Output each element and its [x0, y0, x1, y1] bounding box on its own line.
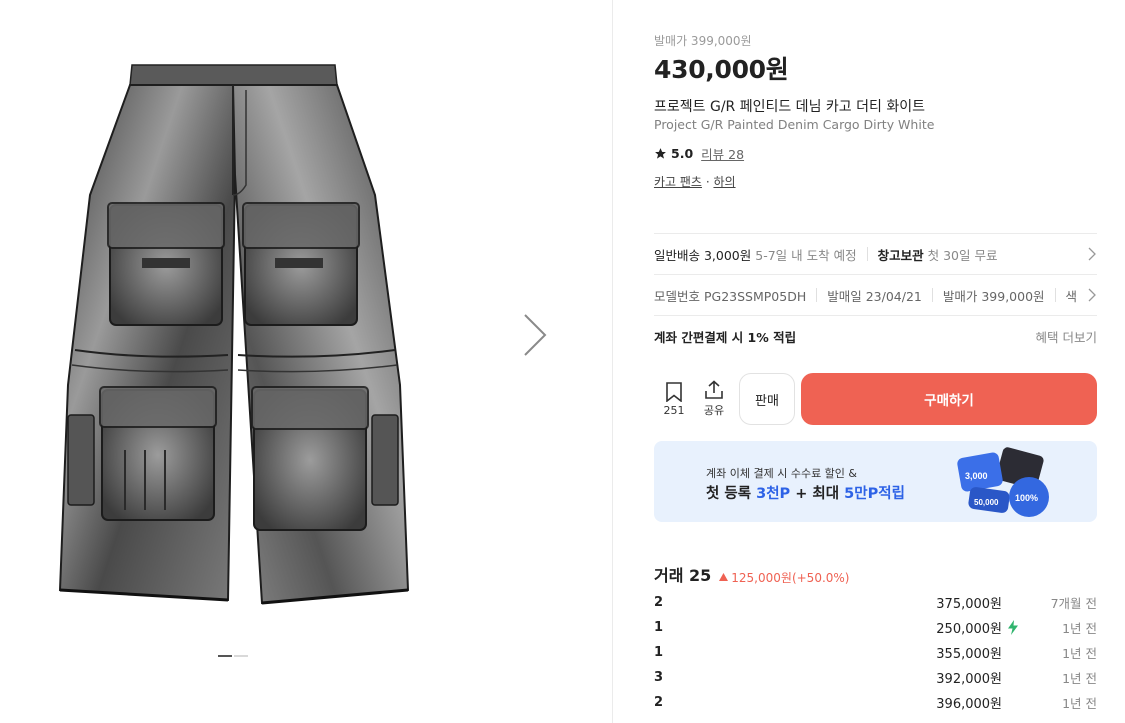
trade-row: 3 392,000원 1년 전 — [654, 665, 1097, 690]
trade-price: 250,000원 — [936, 622, 1002, 637]
image-indicator — [218, 655, 248, 657]
banner-text: 첫 등록 — [706, 486, 757, 502]
action-bar: 251 공유 판매 구매하기 — [654, 373, 1097, 425]
trade-size: 1 — [654, 620, 664, 635]
trade-size: 2 — [654, 595, 664, 610]
indicator-dot[interactable] — [234, 655, 248, 657]
shipping-label: 일반배송 3,000원 — [654, 247, 752, 263]
product-image — [58, 64, 410, 605]
trade-date: 1년 전 — [1062, 621, 1097, 636]
banner-highlight: 5만P적립 — [844, 486, 905, 502]
banner-highlight: 3천P — [756, 486, 791, 502]
shipping-row[interactable]: 일반배송 3,000원 5-7일 내 도착 예정 창고보관 첫 30일 무료 — [654, 233, 1097, 274]
chevron-right-icon — [1088, 247, 1096, 261]
storage-label: 창고보관 — [877, 247, 924, 263]
coin-value-1: 3,000 — [965, 471, 988, 481]
sell-button[interactable]: 판매 — [739, 373, 795, 425]
share-button[interactable]: 공유 — [694, 380, 734, 418]
category-breadcrumb: 카고 팬츠 · 하의 — [654, 173, 736, 190]
trades-title: 거래 25 — [654, 566, 712, 585]
trade-size: 2 — [654, 695, 664, 710]
chevron-right-icon — [524, 314, 547, 356]
points-label: 계좌 간편결제 시 1% 적립 — [654, 329, 797, 345]
coin-value-3: 100% — [1015, 493, 1038, 503]
rating-score: 5.0 — [671, 146, 694, 161]
trade-price: 396,000원 — [936, 697, 1002, 712]
product-gallery — [0, 0, 613, 723]
trade-row: 1 250,000원 1년 전 — [654, 615, 1097, 640]
product-title-en: Project G/R Painted Denim Cargo Dirty Wh… — [654, 117, 935, 132]
promo-banner[interactable]: 계좌 이체 결제 시 수수료 할인 & 첫 등록 3천P + 최대 5만P적립 … — [654, 441, 1097, 522]
bookmark-icon — [666, 381, 682, 402]
trade-date: 1년 전 — [1062, 671, 1097, 686]
price-delta-value: 125,000원(+50.0%) — [731, 570, 850, 585]
divider — [931, 288, 933, 302]
review-link[interactable]: 리뷰 28 — [701, 144, 744, 163]
star-icon — [655, 148, 666, 159]
share-label: 공유 — [703, 404, 725, 417]
buy-button[interactable]: 구매하기 — [801, 373, 1097, 425]
price-delta: 125,000원(+50.0%) — [719, 569, 849, 586]
trades-header: 거래 25 125,000원(+50.0%) — [654, 562, 849, 586]
trade-row: 2 375,000원 7개월 전 — [654, 590, 1097, 615]
trade-price: 375,000원 — [936, 597, 1002, 612]
shipping-eta: 5-7일 내 도착 예정 — [755, 247, 857, 263]
triangle-up-icon — [719, 573, 729, 581]
current-price: 430,000원 — [654, 55, 789, 84]
model-info-strip: 모델번호 PG23SSMP05DH 발매일 23/04/21 발매가 399,0… — [654, 286, 1079, 305]
rating: 5.0 리뷰 28 — [654, 144, 744, 163]
trade-list: 2 375,000원 7개월 전 1 250,000원 1년 전 1 355,0… — [654, 590, 1097, 715]
trade-size: 1 — [654, 645, 664, 660]
trade-date: 1년 전 — [1062, 646, 1097, 661]
category-link-bottoms[interactable]: 하의 — [713, 175, 735, 189]
model-color: 색 — [1065, 288, 1078, 304]
release-price: 발매가 399,000원 — [654, 34, 752, 48]
points-row: 계좌 간편결제 시 1% 적립 혜택 더보기 — [654, 315, 1097, 356]
banner-subtitle: 계좌 이체 결제 시 수수료 할인 & — [706, 467, 857, 480]
share-icon — [705, 380, 723, 399]
model-release-price: 발매가 399,000원 — [942, 288, 1045, 304]
wish-button[interactable]: 251 — [654, 381, 694, 417]
coins-illustration: 3,000 50,000 100% — [957, 447, 1049, 517]
banner-title: 첫 등록 3천P + 최대 5만P적립 — [706, 482, 905, 503]
category-separator: · — [705, 175, 710, 189]
trade-size: 3 — [654, 670, 664, 685]
benefits-more-link[interactable]: 혜택 더보기 — [1036, 327, 1097, 346]
banner-text: + 최대 — [790, 486, 845, 502]
coin-value-2: 50,000 — [974, 498, 999, 507]
category-link-cargo[interactable]: 카고 팬츠 — [654, 175, 702, 189]
next-image-button[interactable] — [515, 310, 555, 360]
wish-count: 251 — [663, 403, 685, 417]
indicator-dot-active[interactable] — [218, 655, 232, 657]
divider — [866, 247, 868, 261]
lightning-icon — [1008, 620, 1018, 635]
trade-row: 1 355,000원 1년 전 — [654, 640, 1097, 665]
divider — [1054, 288, 1056, 302]
model-info-row[interactable]: 모델번호 PG23SSMP05DH 발매일 23/04/21 발매가 399,0… — [654, 274, 1097, 315]
trade-price: 355,000원 — [936, 647, 1002, 662]
product-title-ko: 프로젝트 G/R 페인티드 데님 카고 더티 화이트 — [654, 99, 925, 115]
trade-date: 7개월 전 — [1050, 596, 1097, 611]
release-date: 발매일 23/04/21 — [827, 288, 922, 304]
trade-date: 1년 전 — [1062, 696, 1097, 711]
storage-value: 첫 30일 무료 — [927, 247, 998, 263]
divider — [816, 288, 818, 302]
model-number: 모델번호 PG23SSMP05DH — [654, 288, 807, 304]
trade-price: 392,000원 — [936, 672, 1002, 687]
trade-row: 2 396,000원 1년 전 — [654, 690, 1097, 715]
chevron-right-icon — [1088, 288, 1096, 302]
